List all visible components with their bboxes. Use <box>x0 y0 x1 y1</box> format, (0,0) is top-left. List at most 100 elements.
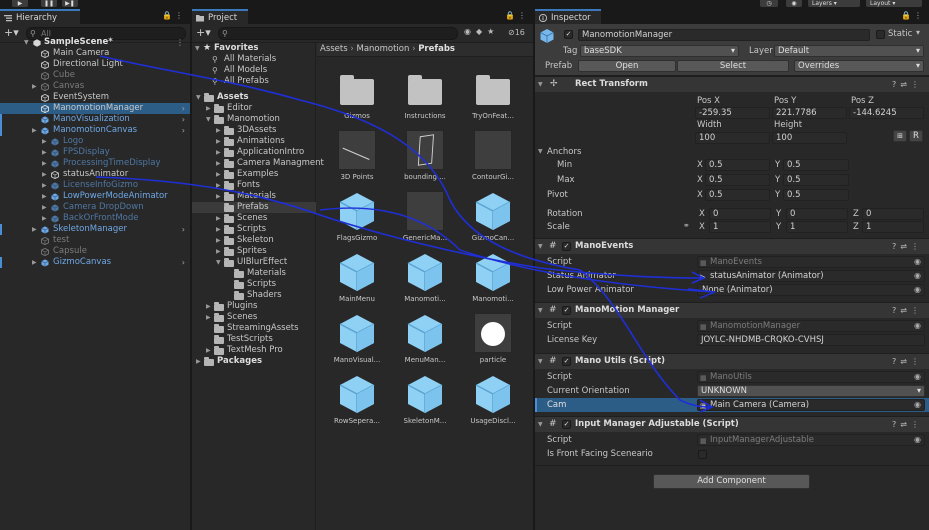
collapse-arrow-icon[interactable]: ▼ <box>538 77 543 92</box>
open-prefab-arrow-icon[interactable]: › <box>182 103 185 114</box>
inspector-tab-menu-icon[interactable]: 🔒⋮ <box>901 11 925 20</box>
static-dropdown-icon[interactable]: ▾ <box>916 28 920 37</box>
expand-arrow-icon[interactable]: ▶ <box>216 136 221 147</box>
asset-item[interactable]: Instructions <box>395 65 455 123</box>
hierarchy-item[interactable]: ▶ LicenseInfoGizmo <box>0 180 190 191</box>
scale-x-field[interactable]: 1 <box>709 221 771 233</box>
folder-tree-item[interactable]: ▶ Skeleton <box>192 235 316 246</box>
expand-arrow-icon[interactable]: ▼ <box>196 92 201 103</box>
asset-item[interactable]: ContourGi... <box>463 126 523 184</box>
asset-item[interactable]: Manomoti... <box>463 248 523 306</box>
account-icon[interactable]: ◉ <box>786 0 802 7</box>
open-prefab-arrow-icon[interactable]: › <box>182 125 185 136</box>
rect-transform-header[interactable]: ▼ ✢ Rect Transform ?⇌⋮ <box>535 76 929 92</box>
expand-arrow-icon[interactable]: ▼ <box>195 43 200 54</box>
pivot-y-field[interactable]: 0.5 <box>783 189 849 201</box>
expand-arrow-icon[interactable]: ▶ <box>42 202 47 213</box>
static-checkbox[interactable] <box>876 30 885 39</box>
hierarchy-item[interactable]: Cube <box>0 70 190 81</box>
cam-field[interactable]: Main Camera (Camera) ▣ <box>697 399 925 411</box>
hidden-count-badge[interactable]: ⊘16 <box>508 28 525 37</box>
object-name-field[interactable]: ManomotionManager <box>578 29 870 41</box>
mano-events-header[interactable]: ▼ # ✓ ManoEvents ?⇌⋮ <box>535 238 929 254</box>
asset-item[interactable]: TryOnFeat... <box>463 65 523 123</box>
scale-z-field[interactable]: 1 <box>862 221 924 233</box>
folder-tree-item[interactable]: ▶ Examples <box>192 169 316 180</box>
front-facing-checkbox[interactable] <box>698 450 707 459</box>
hierarchy-tab-menu-icon[interactable]: 🔒⋮ <box>162 11 186 20</box>
pos-x-field[interactable]: -259.35 <box>695 107 770 119</box>
mano-utils-header[interactable]: ▼ # ✓ Mano Utils (Script) ?⇌⋮ <box>535 353 929 369</box>
expand-arrow-icon[interactable]: ▶ <box>196 356 201 367</box>
folder-tree-item[interactable]: Materials <box>192 268 316 279</box>
scene-menu-icon[interactable]: ⋮ <box>176 37 184 48</box>
width-field[interactable]: 100 <box>695 132 770 144</box>
anchor-max-x-field[interactable]: 0.5 <box>705 174 770 186</box>
tab-hierarchy[interactable]: Hierarchy <box>0 9 80 24</box>
favorites-row[interactable]: ▼ ★ Favorites <box>192 43 316 54</box>
hierarchy-item[interactable]: ▶ GizmoCanvas › <box>0 257 190 268</box>
asset-item[interactable]: RowSepera... <box>327 370 387 428</box>
folder-tree-item[interactable]: ▶ Packages <box>192 356 316 367</box>
breadcrumb-manomotion[interactable]: Manomotion <box>356 44 409 54</box>
asset-item[interactable]: bounding ... <box>395 126 455 184</box>
orientation-dropdown[interactable]: UNKNOWN <box>697 385 925 397</box>
asset-item[interactable]: FlagsGizmo <box>327 187 387 245</box>
expand-arrow-icon[interactable]: ▼ <box>206 114 211 125</box>
expand-arrow-icon[interactable]: ▶ <box>216 213 221 224</box>
hierarchy-item[interactable]: ▶ FPSDisplay <box>0 147 190 158</box>
create-icon[interactable]: +▾ <box>196 26 211 39</box>
asset-item[interactable]: GizmoCan... <box>463 187 523 245</box>
folder-tree-item[interactable]: ▶ ApplicationIntro <box>192 147 316 158</box>
folder-tree-item[interactable]: ▶ Plugins <box>192 301 316 312</box>
expand-arrow-icon[interactable]: ▶ <box>42 180 47 191</box>
anchor-min-x-field[interactable]: 0.5 <box>705 159 770 171</box>
layer-dropdown[interactable]: Default <box>774 45 924 57</box>
layers-dropdown[interactable]: Layers ▾ <box>808 0 860 7</box>
folder-tree-item[interactable]: ▶ Camera Managment <box>192 158 324 169</box>
hierarchy-item[interactable]: ▶ ManomotionCanvas › <box>0 125 190 136</box>
hierarchy-item[interactable]: ▶ Logo <box>0 136 190 147</box>
asset-item[interactable]: MainMenu <box>327 248 387 306</box>
expand-arrow-icon[interactable]: ▶ <box>42 191 47 202</box>
expand-arrow-icon[interactable]: ▼ <box>216 257 221 268</box>
status-animator-field[interactable]: statusAnimator (Animator) ▶ <box>697 270 925 282</box>
add-component-button[interactable]: Add Component <box>653 474 810 489</box>
step-button[interactable]: ▶❚ <box>62 0 78 7</box>
open-prefab-arrow-icon[interactable]: › <box>182 114 185 125</box>
expand-arrow-icon[interactable]: ▶ <box>42 136 47 147</box>
hierarchy-item[interactable]: ▶ statusAnimator <box>0 169 190 180</box>
component-menu-icons[interactable]: ?⇌⋮ <box>892 354 923 369</box>
input-manager-enabled-checkbox[interactable]: ✓ <box>562 420 571 429</box>
rot-x-field[interactable]: 0 <box>709 208 771 220</box>
scale-y-field[interactable]: 1 <box>786 221 848 233</box>
folder-tree-item[interactable]: ▼ UIBlurEffect <box>192 257 316 268</box>
folder-tree-item[interactable]: ▼ Assets <box>192 92 316 103</box>
hierarchy-item[interactable]: Capsule <box>0 246 190 257</box>
project-tab-menu-icon[interactable]: 🔒⋮ <box>505 11 529 20</box>
folder-tree-item[interactable]: ▶ TextMesh Pro <box>192 345 316 356</box>
collapse-arrow-icon[interactable]: ▼ <box>538 354 543 369</box>
raw-edit-button[interactable]: R <box>909 130 923 142</box>
low-power-animator-field[interactable]: None (Animator) <box>697 284 925 296</box>
rot-y-field[interactable]: 0 <box>786 208 848 220</box>
open-prefab-arrow-icon[interactable]: › <box>182 224 185 235</box>
breadcrumb-assets[interactable]: Assets <box>320 44 348 54</box>
folder-tree-item[interactable]: ▶ Fonts <box>192 180 316 191</box>
mano-utils-enabled-checkbox[interactable]: ✓ <box>562 357 571 366</box>
favorite-item[interactable]: ⚲ All Materials <box>192 54 316 65</box>
collapse-arrow-icon[interactable]: ▼ <box>538 417 543 432</box>
expand-arrow-icon[interactable]: ▼ <box>24 37 29 48</box>
collapse-arrow-icon[interactable]: ▼ <box>538 239 543 254</box>
project-search-input[interactable]: ⚲ <box>218 27 458 40</box>
expand-arrow-icon[interactable]: ▶ <box>216 235 221 246</box>
hierarchy-item[interactable]: Main Camera <box>0 48 190 59</box>
folder-tree-item[interactable]: ▶ Scenes <box>192 312 316 323</box>
prefab-overrides-dropdown[interactable]: Overrides <box>794 60 924 72</box>
prefab-select-button[interactable]: Select <box>677 60 789 72</box>
license-key-field[interactable]: JOYLC-NHDMB-CRQKO-CVHSJ <box>697 334 925 346</box>
expand-arrow-icon[interactable]: ▶ <box>206 301 211 312</box>
asset-item[interactable]: 3D Points <box>327 126 387 184</box>
folder-tree-item[interactable]: ▶ Editor <box>192 103 316 114</box>
folder-tree-item[interactable]: Scripts <box>192 279 316 290</box>
